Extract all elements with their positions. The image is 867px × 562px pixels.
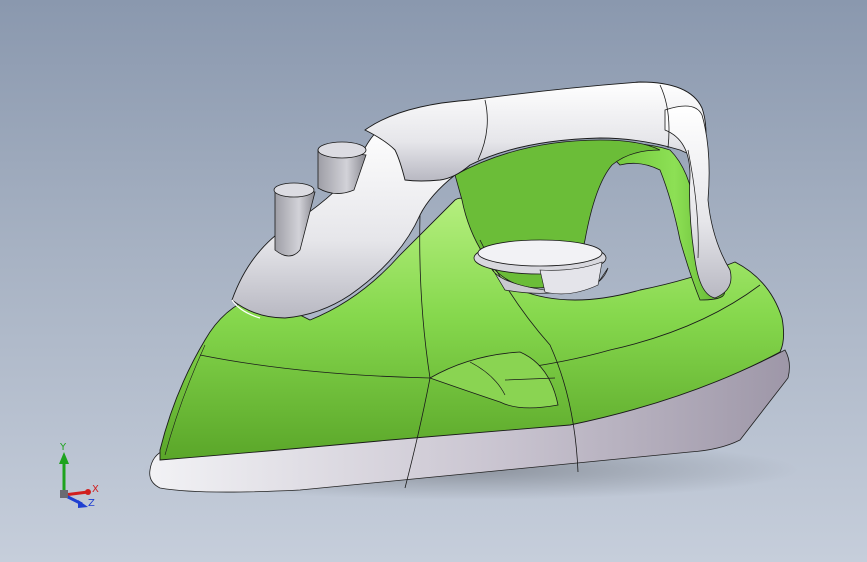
z-axis-arrowhead xyxy=(78,500,88,508)
steam-iron-model[interactable] xyxy=(0,0,867,562)
x-axis-tip xyxy=(85,489,91,495)
fill-cap[interactable] xyxy=(477,239,603,267)
y-axis-arrowhead xyxy=(59,452,69,464)
triad-origin xyxy=(60,490,68,498)
orientation-triad[interactable]: Y X Z xyxy=(48,440,108,515)
x-axis-label: X xyxy=(92,484,99,495)
z-axis-label: Z xyxy=(88,498,95,509)
y-axis-label: Y xyxy=(59,442,67,453)
graphics-viewport[interactable]: Y X Z xyxy=(0,0,867,562)
